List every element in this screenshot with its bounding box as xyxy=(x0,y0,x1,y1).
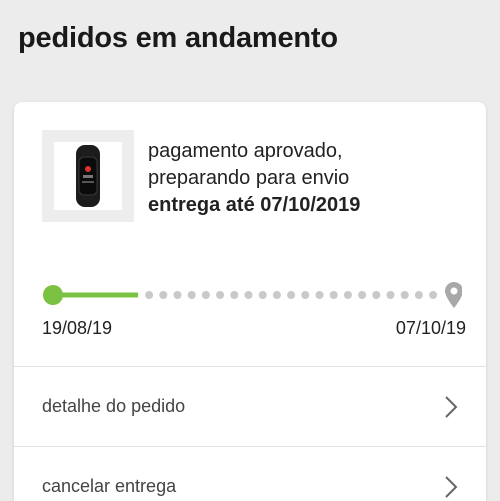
progress-pending-dot xyxy=(173,291,182,299)
status-line-2: preparando para envio xyxy=(148,167,350,189)
progress-pending-dot xyxy=(414,291,423,299)
chevron-right-icon xyxy=(445,475,458,498)
progress-pending-dot xyxy=(201,291,210,299)
order-card: pagamento aprovado, preparando para envi… xyxy=(14,102,486,501)
progress-pending-dot xyxy=(429,291,438,299)
progress-pending-dot xyxy=(343,291,352,299)
end-date: 07/10/19 xyxy=(395,318,466,338)
progress-pending-dot xyxy=(329,291,338,299)
progress-pending-dot xyxy=(258,291,267,299)
location-pin-icon xyxy=(445,282,463,308)
progress-pending-dot xyxy=(145,291,154,299)
progress-pending-dot xyxy=(272,291,281,299)
start-date: 19/08/19 xyxy=(42,318,113,338)
page-title: pedidos em andamento xyxy=(18,22,338,54)
order-details-row[interactable]: detalhe do pedido xyxy=(14,366,486,446)
cancel-delivery-label: cancelar entrega xyxy=(42,476,177,496)
progress-pending-dot xyxy=(372,291,381,299)
cancel-delivery-row[interactable]: cancelar entrega xyxy=(14,446,486,501)
order-details-label: detalhe do pedido xyxy=(42,396,186,416)
fitness-band-icon xyxy=(54,142,122,210)
progress-pending-dot xyxy=(358,291,367,299)
progress-pending-dot xyxy=(315,291,324,299)
progress-pending-dot xyxy=(301,291,310,299)
product-thumbnail[interactable] xyxy=(42,130,134,222)
progress-pending-dot xyxy=(230,291,239,299)
progress-start-dot xyxy=(43,285,63,305)
progress-pending-dot xyxy=(159,291,168,299)
order-status: pagamento aprovado, preparando para envi… xyxy=(148,138,360,219)
progress-pending-dot xyxy=(187,291,196,299)
chevron-right-icon xyxy=(445,395,458,418)
status-line-1: pagamento aprovado, xyxy=(148,140,343,162)
progress-pending-dot xyxy=(386,291,395,299)
progress-pending-dot xyxy=(400,291,409,299)
progress-pending-dot xyxy=(216,291,225,299)
delivery-date: entrega até 07/10/2019 xyxy=(148,194,361,216)
progress-pending-dot xyxy=(287,291,296,299)
progress-pending-dot xyxy=(244,291,253,299)
delivery-progress xyxy=(42,280,463,310)
